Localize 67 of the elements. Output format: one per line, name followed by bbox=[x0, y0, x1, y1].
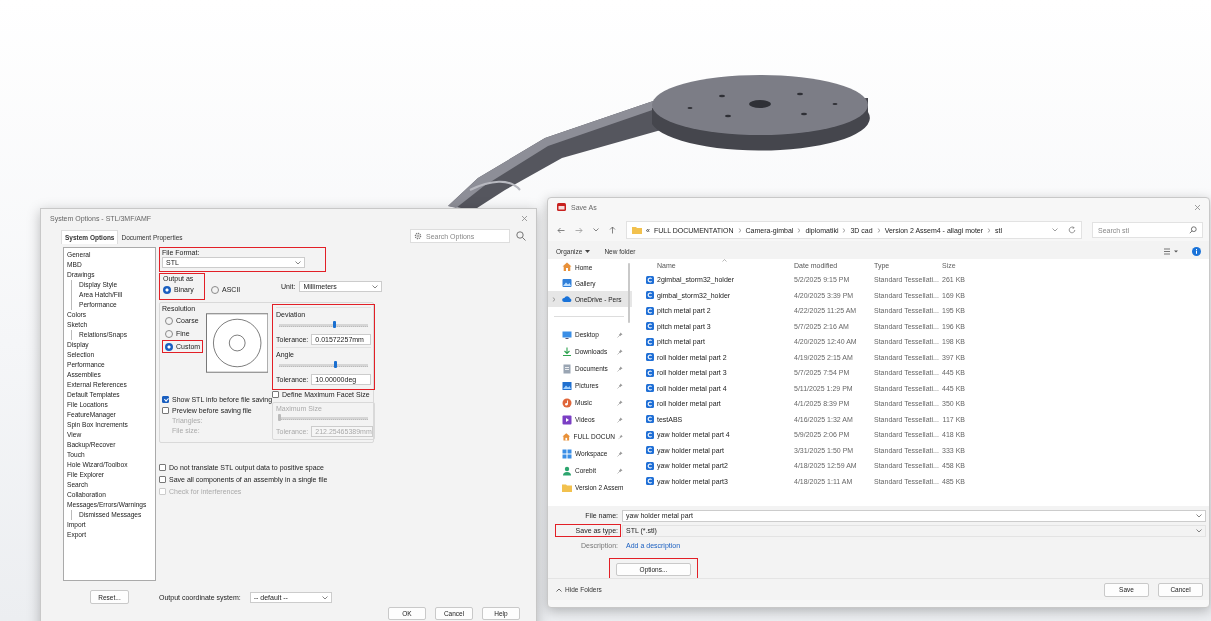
file-icon bbox=[646, 446, 654, 455]
checkbox[interactable] bbox=[162, 407, 169, 414]
chevron-icon bbox=[876, 227, 881, 233]
house-icon bbox=[562, 262, 572, 272]
dropdown-icon[interactable] bbox=[1052, 228, 1058, 232]
caret-icon bbox=[1196, 528, 1202, 533]
grid-icon bbox=[562, 448, 572, 459]
sort-caret-icon bbox=[722, 259, 727, 262]
checkbox[interactable] bbox=[272, 391, 279, 399]
chevron-icon bbox=[737, 227, 742, 233]
file-icon bbox=[646, 306, 654, 315]
view-options-icon[interactable] bbox=[1164, 248, 1178, 255]
folder-icon bbox=[632, 226, 642, 234]
file-icon bbox=[646, 368, 654, 377]
folder-icon bbox=[562, 482, 572, 493]
radio-button[interactable] bbox=[163, 285, 171, 294]
forward-arrow-icon[interactable] bbox=[575, 226, 583, 234]
file-icon bbox=[646, 477, 654, 486]
search-icon bbox=[1189, 226, 1197, 234]
app-icon bbox=[557, 203, 566, 211]
file-icon bbox=[646, 384, 654, 393]
file-icon bbox=[646, 291, 654, 300]
file-icon bbox=[646, 337, 654, 346]
music-icon bbox=[562, 397, 572, 408]
monitor-icon bbox=[562, 329, 572, 340]
gallery-icon bbox=[562, 278, 572, 288]
caret-icon bbox=[372, 284, 379, 289]
file-icon bbox=[646, 461, 654, 470]
cloud-icon bbox=[562, 294, 572, 304]
checkbox[interactable] bbox=[162, 396, 169, 403]
checkbox[interactable] bbox=[159, 464, 166, 471]
gear-icon bbox=[414, 232, 422, 240]
file-icon bbox=[646, 430, 654, 439]
file-icon bbox=[646, 322, 654, 331]
back-arrow-icon[interactable] bbox=[557, 226, 565, 234]
dropdown-icon[interactable] bbox=[593, 228, 599, 232]
file-icon bbox=[646, 415, 654, 424]
caret-icon bbox=[585, 250, 591, 253]
person-icon bbox=[562, 465, 572, 476]
checkbox[interactable] bbox=[159, 476, 166, 483]
file-icon bbox=[646, 275, 654, 284]
up-arrow-icon[interactable] bbox=[609, 226, 616, 234]
chevron-icon bbox=[797, 227, 802, 233]
radio-button[interactable] bbox=[165, 342, 173, 351]
house-icon bbox=[562, 431, 571, 442]
picture-icon bbox=[562, 380, 572, 391]
search-icon[interactable] bbox=[516, 231, 526, 241]
close-icon[interactable] bbox=[1194, 203, 1201, 211]
document-icon bbox=[562, 363, 572, 374]
file-icon bbox=[646, 353, 654, 362]
help-icon[interactable] bbox=[1192, 247, 1201, 256]
mesh-preview-drawing bbox=[205, 313, 268, 373]
chevron-icon bbox=[842, 227, 847, 233]
file-icon bbox=[646, 399, 654, 408]
close-icon[interactable] bbox=[521, 214, 528, 222]
chevron-icon bbox=[987, 227, 992, 233]
caret-icon bbox=[1196, 513, 1202, 518]
video-icon bbox=[562, 414, 572, 425]
refresh-icon[interactable] bbox=[1068, 226, 1076, 234]
slider-thumb[interactable] bbox=[332, 321, 336, 328]
scrollbar[interactable] bbox=[628, 263, 630, 323]
caret-icon bbox=[321, 595, 328, 600]
expand-chevron-icon[interactable] bbox=[552, 296, 556, 302]
chevron-up-icon bbox=[556, 587, 562, 592]
slider-thumb[interactable] bbox=[334, 361, 338, 368]
download-icon bbox=[562, 346, 572, 357]
caret-icon bbox=[295, 260, 301, 265]
